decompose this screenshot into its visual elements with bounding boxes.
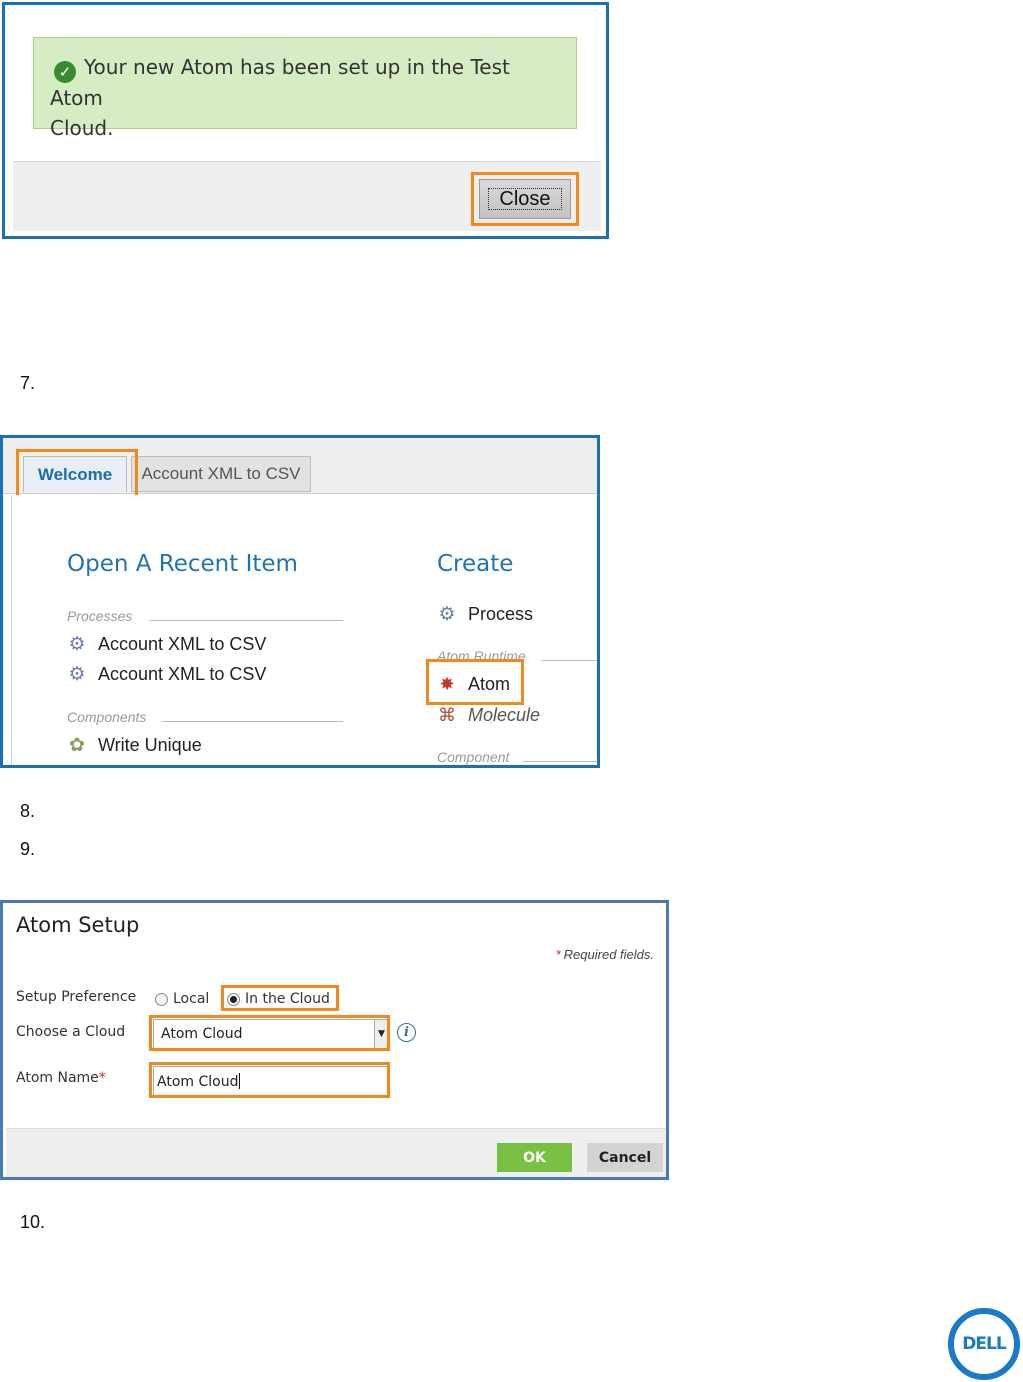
recent-item-label: Account XML to CSV — [98, 664, 267, 684]
component-divider — [523, 761, 597, 762]
processes-section-label: Processes — [67, 608, 133, 624]
required-fields-note: * Required fields. — [556, 947, 654, 962]
process-gear-icon: ⚙ — [438, 603, 456, 625]
component-section-label: Component — [437, 749, 510, 765]
welcome-screenshot: Welcome Account XML to CSV Open A Recent… — [0, 435, 600, 768]
atom-setup-dialog: Atom Setup * Required fields. Setup Prefe… — [0, 900, 669, 1180]
success-message-line1: Your new Atom has been set up in the Tes… — [50, 55, 510, 110]
processes-divider — [149, 620, 343, 621]
dialog-title: Atom Setup — [16, 913, 140, 937]
required-asterisk: * — [98, 1070, 106, 1086]
atom-highlight-box — [426, 659, 524, 705]
cancel-button[interactable]: Cancel — [587, 1143, 663, 1172]
step-number-8: 8. — [20, 801, 36, 821]
tab-account-xml-to-csv[interactable]: Account XML to CSV — [131, 456, 311, 492]
dell-logo-text: DELL — [962, 1334, 1006, 1354]
required-asterisk: * — [555, 947, 561, 962]
atom-name-label: Atom Name* — [16, 1070, 106, 1086]
dell-logo: DELL — [948, 1308, 1020, 1380]
component-item-label: Write Unique — [98, 735, 202, 755]
create-process-label: Process — [468, 604, 534, 624]
step-number-7: 7. — [20, 373, 36, 393]
create-molecule-link[interactable]: ⌘ Molecule — [437, 705, 540, 726]
radio-local[interactable]: Local — [155, 991, 209, 1007]
close-button-label: Close — [488, 188, 562, 210]
process-gear-icon: ⚙ — [68, 633, 86, 655]
choose-cloud-label: Choose a Cloud — [16, 1024, 126, 1040]
atom-name-label-text: Atom Name — [16, 1070, 99, 1086]
create-heading: Create — [437, 551, 514, 577]
required-note-text: Required fields. — [563, 947, 654, 962]
atom-name-highlight-box — [149, 1062, 390, 1098]
check-circle-icon: ✓ — [54, 61, 76, 83]
atom-runtime-divider — [541, 660, 597, 661]
welcome-content — [11, 495, 597, 765]
molecule-icon: ⌘ — [438, 705, 456, 725]
step-number-10: 10. — [20, 1212, 46, 1232]
create-process-link[interactable]: ⚙ Process — [437, 604, 533, 625]
process-gear-icon: ⚙ — [68, 663, 86, 685]
recent-heading: Open A Recent Item — [67, 551, 298, 577]
recent-item[interactable]: ⚙ Account XML to CSV — [67, 634, 266, 655]
close-button[interactable]: Close — [479, 179, 571, 219]
radio-local-circle[interactable] — [155, 992, 168, 1006]
components-section-label: Components — [67, 709, 147, 725]
radio-local-label: Local — [173, 991, 210, 1007]
components-divider — [162, 721, 343, 722]
component-item-write-unique[interactable]: ✿ Write Unique — [67, 735, 202, 756]
atom-success-dialog: ✓ Your new Atom has been set up in the Te… — [2, 2, 609, 239]
setup-preference-label: Setup Preference — [16, 989, 137, 1005]
cloud-select-highlight-box — [149, 1015, 390, 1051]
cloud-option-highlight-box — [221, 985, 339, 1011]
create-molecule-label: Molecule — [468, 705, 541, 725]
ok-button[interactable]: OK — [497, 1143, 572, 1172]
info-icon[interactable]: i — [397, 1023, 416, 1042]
component-gear-icon: ✿ — [69, 734, 85, 756]
success-alert: ✓ Your new Atom has been set up in the Te… — [33, 37, 577, 140]
recent-item-label: Account XML to CSV — [98, 634, 267, 654]
success-message-line2: Cloud. — [50, 116, 114, 140]
recent-item[interactable]: ⚙ Account XML to CSV — [67, 664, 266, 685]
step-number-9: 9. — [20, 839, 36, 859]
